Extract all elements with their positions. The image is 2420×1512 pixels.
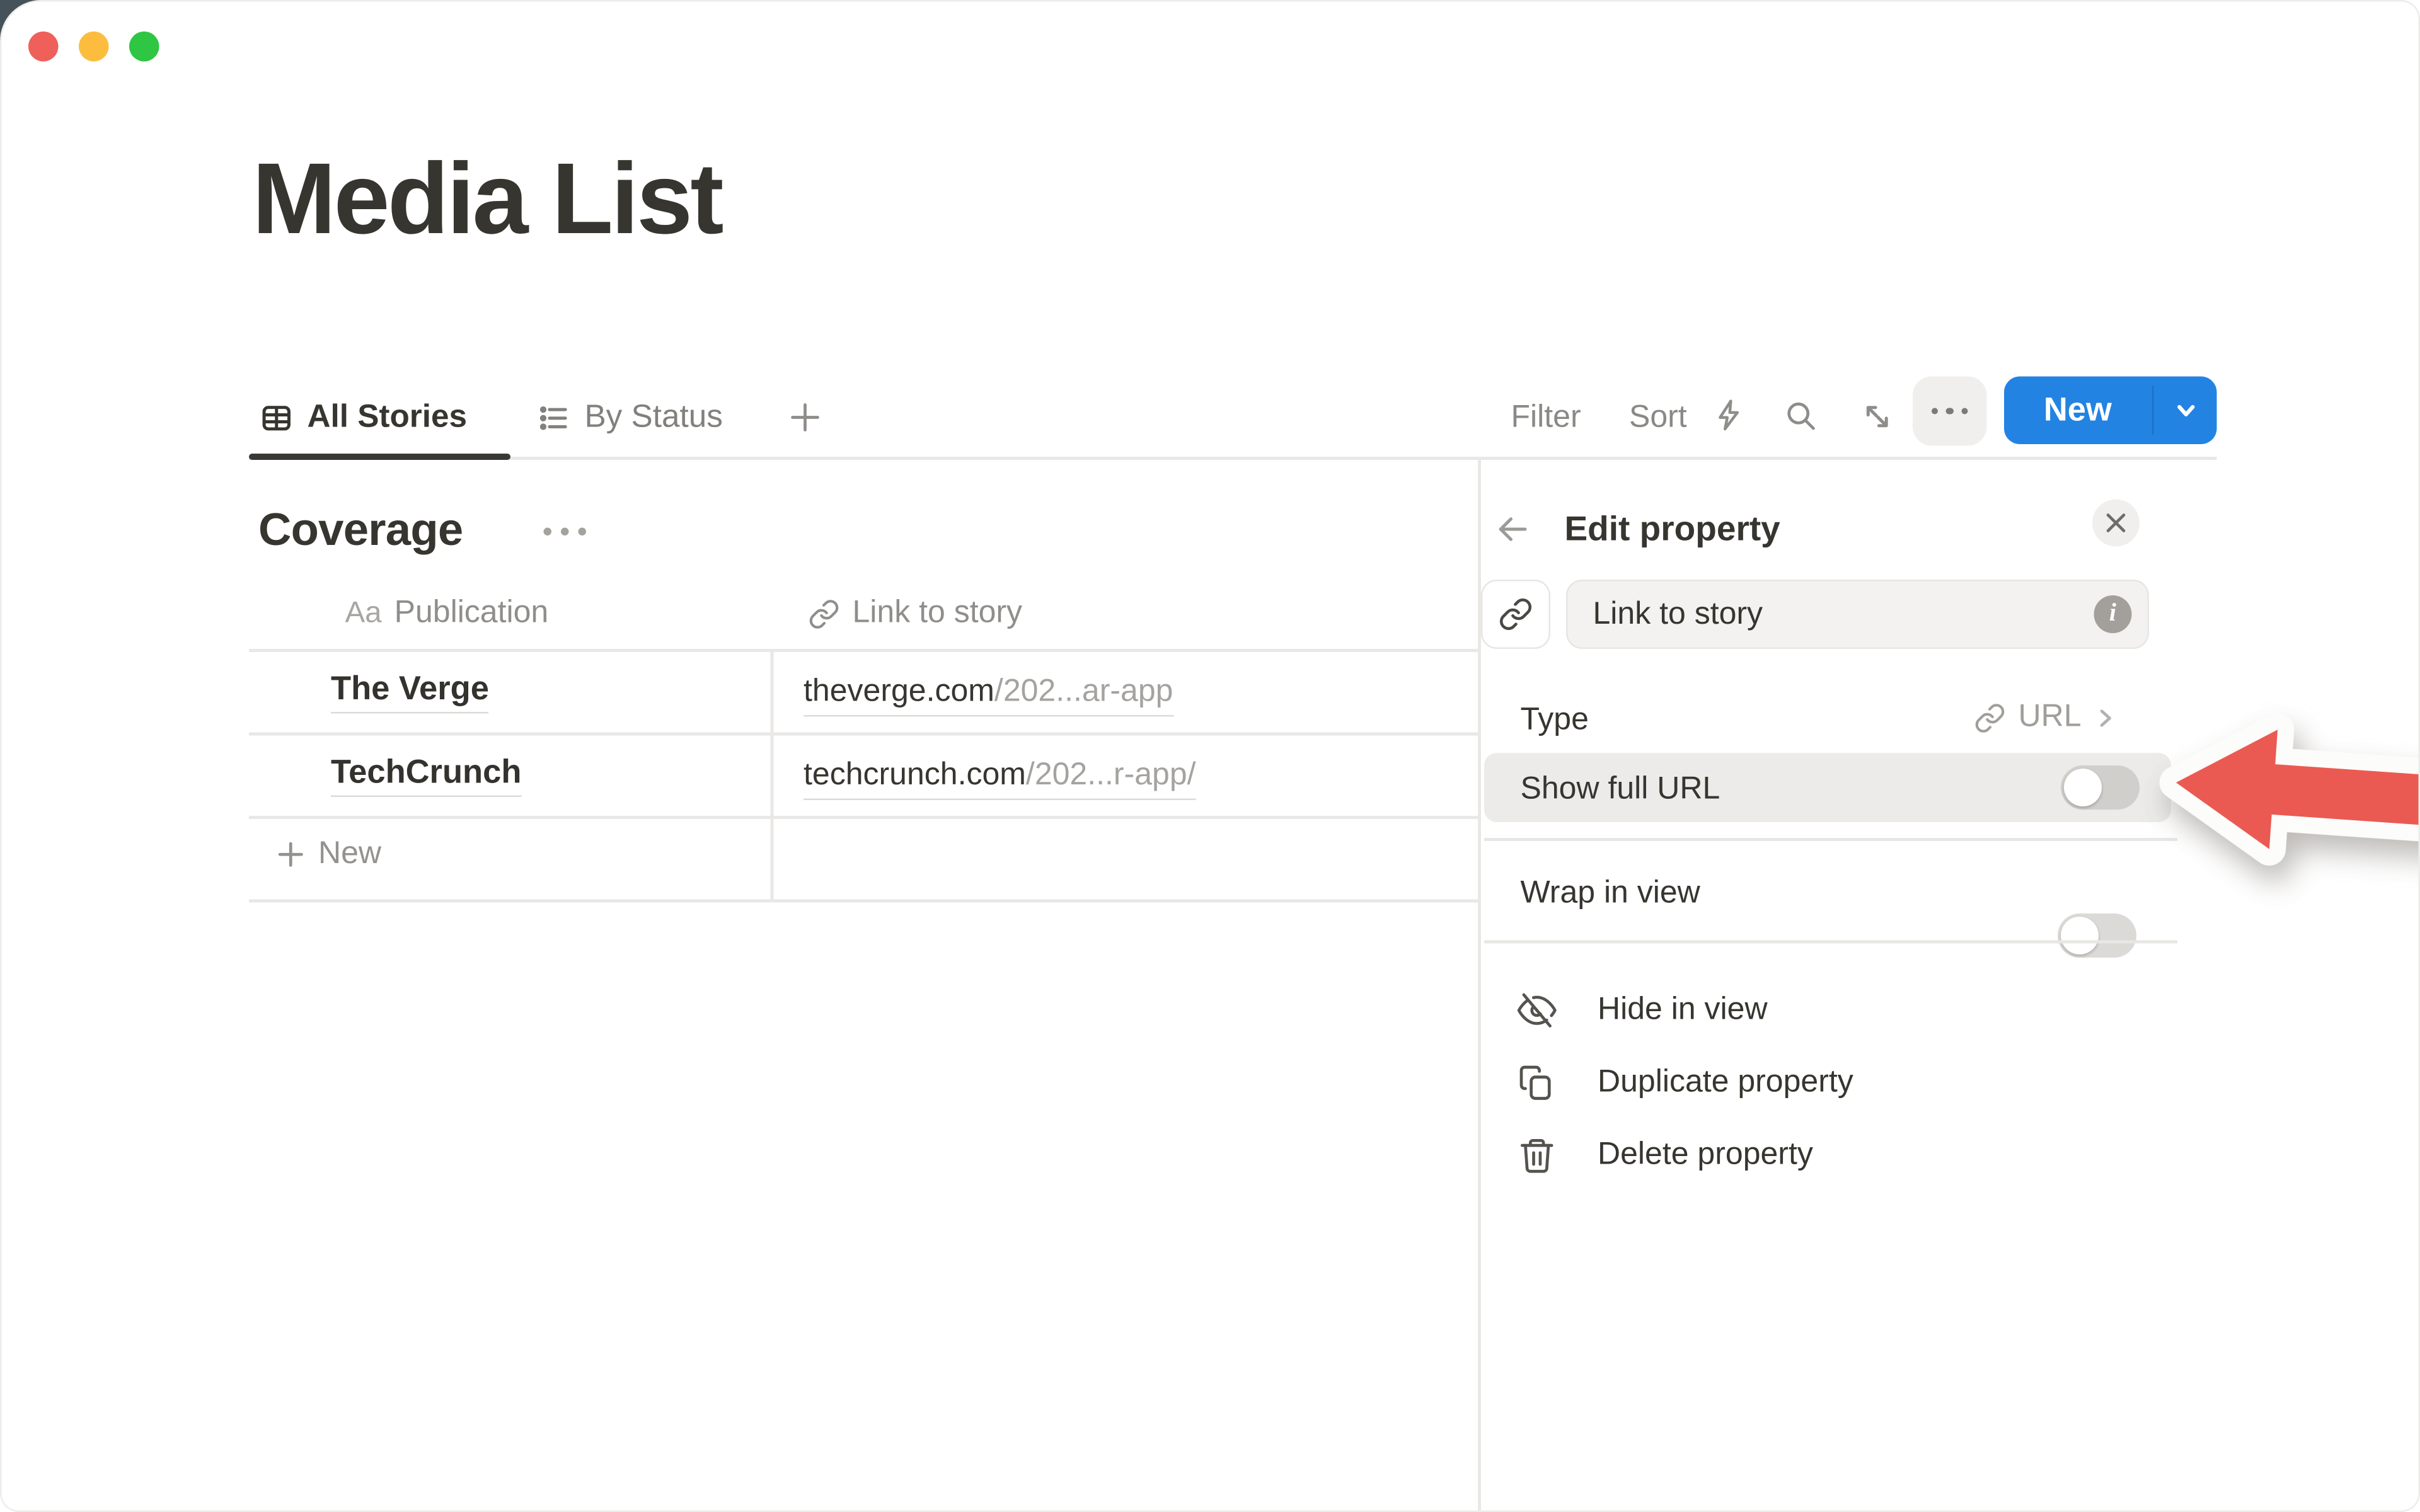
ellipsis-icon	[544, 528, 552, 536]
collection-more-button[interactable]	[544, 528, 587, 536]
toggle-knob	[2064, 769, 2102, 806]
show-full-url-toggle[interactable]	[2061, 765, 2140, 810]
row-divider	[249, 900, 1480, 902]
window-zoom-button[interactable]	[129, 32, 159, 62]
plus-icon	[276, 840, 306, 870]
info-icon[interactable]: i	[2094, 595, 2132, 633]
toggle-knob	[2061, 917, 2099, 954]
notion-window: Media List All Stories By Status Filte	[0, 0, 2420, 1512]
search-icon[interactable]	[1783, 399, 1818, 433]
window-minimize-button[interactable]	[79, 32, 109, 62]
row-divider	[249, 816, 1480, 818]
new-dropdown-button[interactable]	[2154, 377, 2217, 445]
type-row-value[interactable]: URL	[1974, 699, 2116, 736]
column-divider	[771, 649, 773, 900]
toggle-label: Show full URL	[1521, 772, 1720, 808]
wrap-in-view-toggle[interactable]	[2058, 914, 2136, 958]
collection-title[interactable]: Coverage	[258, 506, 463, 558]
filter-button[interactable]: Filter	[1511, 400, 1581, 437]
tab-label: By Status	[585, 399, 723, 437]
expand-icon[interactable]	[1861, 400, 1894, 433]
close-icon	[2105, 512, 2127, 534]
add-view-button[interactable]	[788, 400, 822, 435]
arrow-left-icon	[1494, 510, 1531, 548]
link-icon	[809, 598, 840, 629]
close-button[interactable]	[2092, 500, 2140, 547]
table-row-cell-url[interactable]: techcrunch.com/202...r-app/	[804, 758, 1196, 801]
chevron-down-icon	[2172, 397, 2199, 424]
table-row-cell-url[interactable]: theverge.com/202...ar-app	[804, 674, 1173, 717]
type-row-label: Type	[1521, 702, 1589, 739]
panel-row-divider	[1484, 941, 2177, 943]
eye-off-icon	[1518, 990, 1557, 1029]
trash-icon	[1518, 1135, 1557, 1174]
back-button[interactable]	[1494, 510, 1531, 548]
ellipsis-icon	[1931, 408, 1938, 415]
menu-item-duplicate-property[interactable]: Duplicate property	[1518, 1046, 1853, 1118]
menu-item-hide-in-view[interactable]: Hide in view	[1518, 973, 1768, 1046]
panel-divider	[1478, 459, 1480, 1512]
annotation-arrow-left	[2157, 694, 2420, 900]
new-button-label[interactable]: New	[2004, 377, 2152, 445]
new-row-button[interactable]: New	[276, 837, 382, 873]
new-button[interactable]: New	[2004, 377, 2217, 445]
table-row-cell-title[interactable]: The Verge	[331, 671, 489, 709]
table-row-cell-title[interactable]: TechCrunch	[331, 755, 521, 793]
link-icon	[1499, 597, 1533, 632]
row-divider	[249, 733, 1480, 735]
more-options-button[interactable]	[1913, 377, 1987, 446]
column-header-publication[interactable]: Aa Publication	[345, 595, 549, 632]
duplicate-icon	[1518, 1062, 1557, 1102]
plus-icon	[788, 400, 822, 435]
active-tab-underline	[249, 453, 510, 459]
property-name-input[interactable]: Link to story i	[1566, 580, 2149, 649]
tab-by-status[interactable]: By Status	[538, 392, 723, 443]
property-icon-button[interactable]	[1481, 580, 1550, 649]
toolbar-divider	[249, 457, 2217, 459]
chevron-right-icon	[2094, 706, 2116, 728]
menu-item-delete-property[interactable]: Delete property	[1518, 1118, 1813, 1191]
link-icon	[1974, 702, 2006, 733]
bolt-icon[interactable]	[1711, 397, 1748, 433]
sort-button[interactable]: Sort	[1629, 400, 1687, 437]
table-view-icon	[260, 401, 294, 434]
page-title: Media List	[252, 140, 722, 257]
column-header-link[interactable]: Link to story	[809, 595, 1023, 632]
text-type-icon: Aa	[345, 596, 382, 631]
tab-label: All Stories	[308, 399, 467, 437]
list-view-icon	[538, 401, 571, 434]
window-close-button[interactable]	[28, 32, 59, 62]
row-divider	[249, 649, 1480, 651]
tab-all-stories[interactable]: All Stories	[260, 392, 467, 443]
panel-row-divider	[1484, 838, 2177, 840]
panel-title: Edit property	[1565, 509, 1780, 550]
toggle-label: Wrap in view	[1521, 876, 1700, 912]
